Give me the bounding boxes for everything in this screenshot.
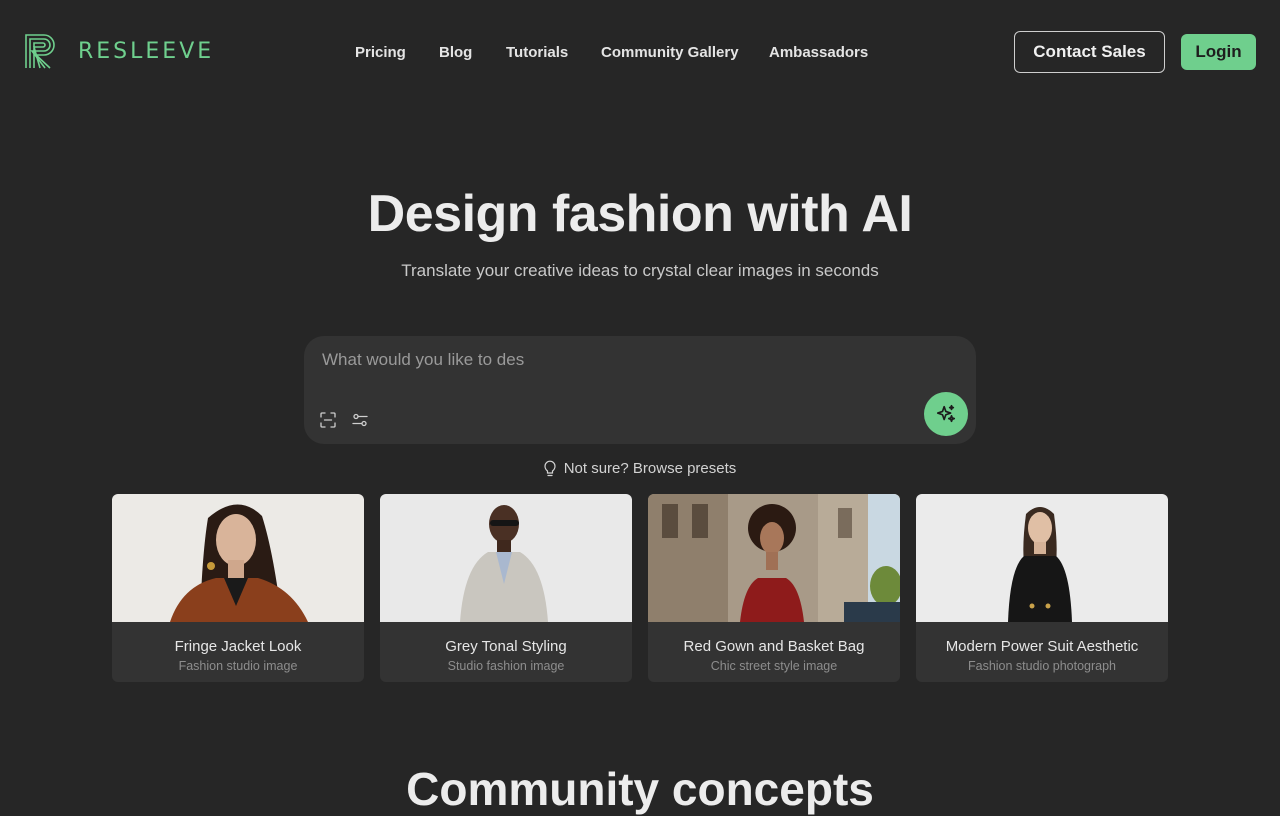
card-subtitle: Studio fashion image	[447, 659, 565, 673]
resleeve-logo-icon	[25, 34, 55, 69]
nav-link-pricing[interactable]: Pricing	[355, 44, 406, 61]
card-image	[648, 494, 900, 622]
hero-subtitle: Translate your creative ideas to crystal…	[401, 261, 879, 280]
card-subtitle: Fashion studio image	[178, 659, 298, 673]
browse-presets-link[interactable]: Not sure? Browse presets	[0, 460, 1280, 477]
card-image	[380, 494, 632, 622]
nav-link-ambassadors[interactable]: Ambassadors	[769, 44, 868, 61]
community-concepts-heading: Community concepts	[406, 763, 874, 815]
preset-card-grey-tonal[interactable]: Grey Tonal Styling Studio fashion image	[380, 494, 632, 682]
prompt-box	[304, 336, 976, 444]
brand-logo[interactable]: RESLEEVE	[24, 33, 214, 69]
sliders-icon[interactable]	[352, 412, 368, 428]
card-subtitle: Fashion studio photograph	[967, 659, 1117, 673]
scan-icon[interactable]	[320, 412, 336, 428]
card-image	[112, 494, 364, 622]
card-image	[916, 494, 1168, 622]
sparkles-icon	[936, 404, 956, 423]
generate-button[interactable]	[924, 392, 968, 436]
nav-link-community-gallery[interactable]: Community Gallery	[601, 44, 739, 61]
lightbulb-icon	[544, 460, 556, 477]
card-title: Grey Tonal Styling	[445, 638, 567, 655]
preset-card-fringe-jacket[interactable]: Fringe Jacket Look Fashion studio image	[112, 494, 364, 682]
browse-presets-label: Not sure? Browse presets	[563, 460, 737, 477]
card-title: Modern Power Suit Aesthetic	[945, 638, 1139, 655]
nav-link-blog[interactable]: Blog	[439, 44, 472, 61]
prompt-input[interactable]	[320, 348, 924, 392]
brand-name: RESLEEVE	[78, 38, 215, 64]
card-title: Red Gown and Basket Bag	[683, 638, 865, 655]
preset-card-power-suit[interactable]: Modern Power Suit Aesthetic Fashion stud…	[916, 494, 1168, 682]
login-button[interactable]: Login	[1181, 34, 1256, 70]
contact-sales-button[interactable]: Contact Sales	[1014, 31, 1165, 73]
card-title: Fringe Jacket Look	[174, 638, 302, 655]
nav-link-tutorials[interactable]: Tutorials	[506, 44, 568, 61]
site-header: RESLEEVE Pricing Blog Tutorials Communit…	[0, 0, 1280, 104]
preset-card-red-gown[interactable]: Red Gown and Basket Bag Chic street styl…	[648, 494, 900, 682]
hero-title: Design fashion with AI	[367, 185, 913, 243]
card-subtitle: Chic street style image	[710, 659, 838, 673]
